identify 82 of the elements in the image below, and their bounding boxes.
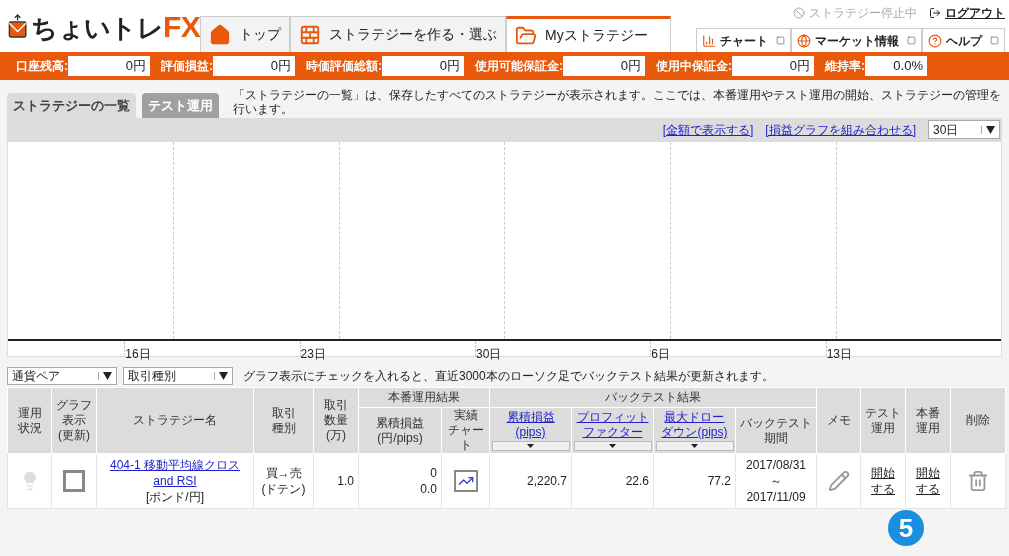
column-header: バックテスト 期間 <box>735 407 817 454</box>
graph-checkbox[interactable] <box>63 469 85 492</box>
logout-icon <box>929 7 941 19</box>
filter-select[interactable]: 取引種別 <box>123 367 233 385</box>
currency-pair: [ポンド/円] <box>146 490 204 504</box>
account-value: 0円 <box>213 56 295 76</box>
chart-link[interactable]: [金額で表示する] <box>662 120 754 139</box>
axis-label: 16日 <box>125 347 151 361</box>
nav-tab[interactable]: Myストラテジー <box>506 16 671 52</box>
tool-tab[interactable]: マーケット情報 <box>791 28 922 52</box>
period-select[interactable]: 30日 <box>928 120 1000 139</box>
chart-link[interactable]: [損益グラフを組み合わせる] <box>765 120 916 139</box>
column-header: 削除 <box>950 387 1006 454</box>
column-header: 累積損益 (円/pips) <box>358 407 442 454</box>
tool-tab[interactable]: ヘルプ <box>922 28 1005 52</box>
account-value: 0円 <box>732 56 814 76</box>
dropdown-arrow-icon <box>219 372 228 380</box>
stop-icon <box>793 7 805 19</box>
caret-icon <box>691 444 698 448</box>
account-value: 0円 <box>68 56 150 76</box>
sort-button[interactable] <box>655 441 734 451</box>
column-header: テスト 運用 <box>860 387 906 454</box>
account-label: 使用可能保証金: <box>474 58 563 75</box>
column-header: 取引 種別 <box>253 387 314 454</box>
pencil-icon[interactable] <box>827 470 850 492</box>
tool-icon <box>702 33 716 48</box>
account-label: 使用中保証金: <box>655 58 732 75</box>
axis-label: 23日 <box>300 347 326 361</box>
trash-icon[interactable] <box>967 470 989 492</box>
filter-note: グラフ表示にチェックを入れると、直近3000本のローソク足でバックテスト結果が更新されます。 <box>242 368 774 385</box>
filter-select[interactable]: 通貨ペア <box>7 367 117 385</box>
dropdown-arrow-icon <box>103 372 112 380</box>
group-header: バックテスト結果 <box>489 387 817 408</box>
caret-icon <box>527 444 534 448</box>
strategy-status: ストラテジー停止中 <box>793 4 917 22</box>
account-value: 0円 <box>382 56 464 76</box>
table-cell: 0 0.0 <box>358 453 442 509</box>
column-header: メモ <box>816 387 861 454</box>
strategy-link[interactable]: 404-1 移動平均線クロス and RSI <box>101 457 249 489</box>
sort-button[interactable] <box>491 441 570 451</box>
table-cell: 77.2 <box>653 453 736 509</box>
logo-text: ちょいトレFX <box>31 8 200 45</box>
column-header: ストラテジー名 <box>96 387 254 454</box>
nav-tab[interactable]: トップ <box>200 16 290 52</box>
table-cell: 買→売 (ドテン) <box>253 453 314 509</box>
tab-icon <box>299 23 321 46</box>
window-icon <box>907 36 916 45</box>
sub-tab[interactable]: ストラテジーの一覧 <box>7 93 136 118</box>
column-header: 取引 数量 (万) <box>313 387 359 454</box>
description-text: 「ストラテジーの一覧」は、保存したすべてのストラテジーが表示されます。ここでは、本番運用やテスト運用の開始、ストラテジーの管理を行います。 <box>232 88 1002 116</box>
caret-icon <box>609 444 616 448</box>
axis-label: 6日 <box>651 347 670 361</box>
window-icon <box>990 36 999 45</box>
sort-button[interactable] <box>573 441 652 451</box>
axis-label: 30日 <box>475 347 502 361</box>
account-label: 評価損益: <box>160 58 213 75</box>
account-label: 時価評価総額: <box>305 58 382 75</box>
tool-tab[interactable]: チャート <box>696 28 791 52</box>
tool-icon <box>928 33 942 48</box>
column-header: 運用 状況 <box>7 387 52 454</box>
logout-link[interactable]: ログアウト <box>929 4 1005 22</box>
tab-icon <box>515 24 537 47</box>
account-label: 口座残高: <box>15 58 68 75</box>
tool-icon <box>797 33 811 48</box>
nav-tab[interactable]: ストラテジーを作る・選ぶ <box>290 16 506 52</box>
table-cell: 2017/08/31 ～ 2017/11/09 <box>735 453 817 509</box>
group-header: 本番運用結果 <box>358 387 490 408</box>
account-value: 0.0% <box>865 56 927 76</box>
account-label: 維持率: <box>824 58 865 75</box>
step-badge: 5 <box>888 510 924 546</box>
tab-icon <box>209 23 231 46</box>
window-icon <box>776 36 785 45</box>
account-value: 0円 <box>563 56 645 76</box>
performance-chart-button[interactable] <box>453 469 478 492</box>
column-header: グラフ 表示 (更新) <box>51 387 97 454</box>
dropdown-arrow-icon <box>986 125 995 134</box>
column-header: 実績 チャート <box>441 407 490 454</box>
axis-label: 13日 <box>826 347 853 361</box>
table-cell: 22.6 <box>571 453 654 509</box>
table-cell: 1.0 <box>313 453 359 509</box>
column-header: 本番 運用 <box>905 387 951 454</box>
table-cell: 2,220.7 <box>489 453 572 509</box>
